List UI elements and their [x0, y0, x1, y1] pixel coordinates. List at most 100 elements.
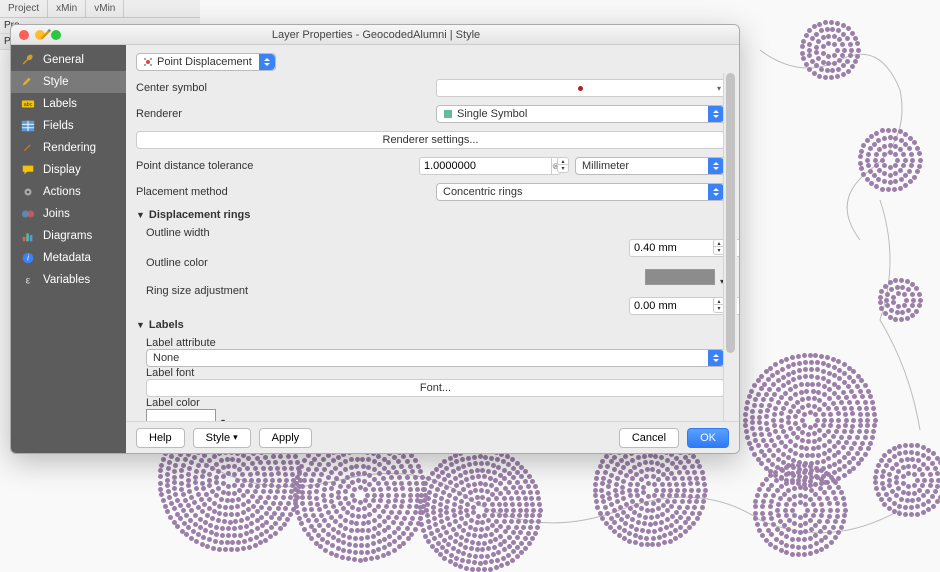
label-attribute-combo[interactable]: None	[146, 349, 725, 367]
brush-icon	[20, 75, 36, 89]
labels-section-title: Labels	[149, 319, 184, 331]
point-distance-tolerance-label: Point distance tolerance	[136, 160, 419, 172]
map-cluster	[802, 22, 858, 78]
point-distance-unit-value: Millimeter	[582, 160, 629, 172]
sidebar-item-label: Diagrams	[43, 230, 92, 242]
epsilon-icon: ε	[20, 273, 36, 287]
point-distance-unit-combo[interactable]: Millimeter	[575, 157, 725, 175]
chevron-updown-icon	[708, 184, 724, 200]
placement-method-value: Concentric rings	[443, 186, 522, 198]
sidebar-item-label: Fields	[43, 120, 74, 132]
style-panel: Point Displacement Center symbol ▾	[126, 45, 739, 421]
outline-color-label: Outline color	[146, 257, 296, 269]
svg-text:ε: ε	[26, 275, 31, 287]
sidebar-item-labels[interactable]: abc Labels	[11, 93, 126, 115]
label-font-label: Label font	[146, 367, 256, 379]
displacement-rings-section-header[interactable]: ▼ Displacement rings	[136, 209, 725, 221]
cancel-button[interactable]: Cancel	[619, 428, 679, 448]
col-project: Project	[0, 0, 48, 17]
placement-method-combo[interactable]: Concentric rings	[436, 183, 725, 201]
sidebar-item-label: Joins	[43, 208, 70, 220]
close-icon[interactable]	[19, 30, 29, 40]
scrollbar-thumb[interactable]	[726, 73, 735, 353]
sidebar-item-rendering[interactable]: Rendering	[11, 137, 126, 159]
sidebar-item-label: Actions	[43, 186, 81, 198]
map-cluster	[860, 130, 920, 190]
renderer-settings-label: Renderer settings...	[383, 134, 479, 146]
ok-button[interactable]: OK	[687, 428, 729, 448]
speech-icon	[20, 163, 36, 177]
renderer-type-combo[interactable]: Point Displacement	[136, 53, 276, 71]
center-symbol-label: Center symbol	[136, 82, 296, 94]
wrench-icon	[20, 53, 36, 67]
label-attribute-value: None	[153, 352, 179, 364]
center-symbol-dot-icon	[578, 86, 583, 91]
point-distance-tolerance-stepper[interactable]: ▴▾	[557, 157, 569, 175]
labels-section-header[interactable]: ▼ Labels	[136, 319, 725, 331]
svg-text:abc: abc	[24, 102, 33, 108]
sidebar-item-label: Variables	[43, 274, 90, 286]
sidebar-item-joins[interactable]: Joins	[11, 203, 126, 225]
sidebar: General Style abc Labels Fields Renderin…	[11, 45, 126, 453]
displacement-rings-title: Displacement rings	[149, 209, 250, 221]
sidebar-item-label: Rendering	[43, 142, 96, 154]
label-font-button-text: Font...	[420, 382, 451, 394]
map-cluster	[420, 450, 540, 570]
outline-color-well[interactable]: ▾	[645, 269, 715, 285]
sidebar-item-metadata[interactable]: i Metadata	[11, 247, 126, 269]
outline-width-label: Outline width	[146, 227, 296, 239]
sidebar-item-fields[interactable]: Fields	[11, 115, 126, 137]
joins-icon	[20, 207, 36, 221]
renderer-combo[interactable]: Single Symbol	[436, 105, 725, 123]
label-attribute-label: Label attribute	[146, 337, 256, 349]
chevron-updown-icon	[708, 158, 724, 174]
center-symbol-button[interactable]: ▾	[436, 79, 725, 97]
map-cluster	[875, 445, 940, 515]
svg-text:i: i	[27, 254, 29, 263]
single-symbol-icon	[443, 109, 453, 119]
info-icon: i	[20, 251, 36, 265]
triangle-down-icon: ▼	[136, 320, 145, 330]
gear-icon	[20, 185, 36, 199]
sidebar-item-display[interactable]: Display	[11, 159, 126, 181]
sidebar-item-actions[interactable]: Actions	[11, 181, 126, 203]
paintbrush-icon	[39, 28, 53, 42]
sidebar-item-style[interactable]: Style	[11, 71, 126, 93]
chevron-down-icon: ▾	[221, 417, 225, 421]
titlebar: Layer Properties - GeocodedAlumni | Styl…	[11, 25, 739, 45]
help-button[interactable]: Help	[136, 428, 185, 448]
label-icon: abc	[20, 97, 36, 111]
placement-method-label: Placement method	[136, 186, 436, 198]
chart-icon	[20, 229, 36, 243]
sidebar-item-label: Metadata	[43, 252, 91, 264]
dialog-title: Layer Properties - GeocodedAlumni | Styl…	[53, 29, 739, 41]
label-color-label: Label color	[146, 397, 256, 409]
sidebar-item-general[interactable]: General	[11, 49, 126, 71]
apply-button[interactable]: Apply	[259, 428, 313, 448]
point-distance-tolerance-input[interactable]	[419, 157, 552, 175]
sidebar-item-label: General	[43, 54, 84, 66]
sidebar-item-label: Display	[43, 164, 81, 176]
label-color-well[interactable]: ▾	[146, 409, 216, 421]
label-font-button[interactable]: Font...	[146, 379, 725, 397]
dialog-footer: Help Style Apply Cancel OK	[126, 421, 739, 453]
sidebar-item-label: Style	[43, 76, 69, 88]
chevron-updown-icon	[259, 54, 275, 70]
scrollbar[interactable]	[723, 73, 737, 421]
sidebar-item-label: Labels	[43, 98, 77, 110]
sidebar-item-variables[interactable]: ε Variables	[11, 269, 126, 291]
ring-size-label: Ring size adjustment	[146, 285, 296, 297]
chevron-updown-icon	[708, 106, 724, 122]
point-displacement-icon	[143, 57, 153, 67]
sidebar-item-diagrams[interactable]: Diagrams	[11, 225, 126, 247]
style-menu-button[interactable]: Style	[193, 428, 251, 448]
map-cluster	[755, 465, 845, 555]
map-cluster	[880, 280, 920, 320]
renderer-label: Renderer	[136, 108, 296, 120]
renderer-settings-button[interactable]: Renderer settings...	[136, 131, 725, 149]
chevron-down-icon: ▾	[717, 84, 721, 93]
layer-properties-dialog: Layer Properties - GeocodedAlumni | Styl…	[10, 24, 740, 454]
table-icon	[20, 119, 36, 133]
renderer-type-value: Point Displacement	[157, 56, 252, 68]
col-vmin: vMin	[86, 0, 124, 17]
